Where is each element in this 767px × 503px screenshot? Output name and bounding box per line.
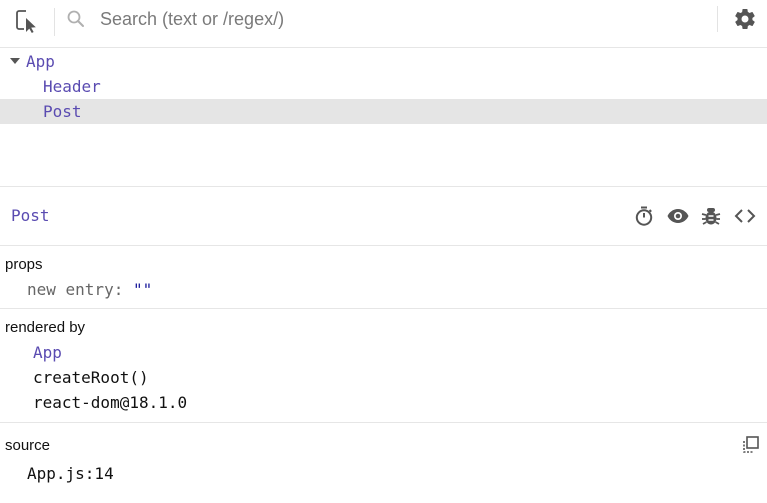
source-location: App.js:14	[27, 464, 114, 483]
owner-app-link[interactable]: App	[33, 342, 62, 364]
tree-item-label: Post	[43, 102, 82, 121]
tree-item-label: App	[26, 52, 55, 71]
props-new-entry[interactable]: new entry: ""	[27, 279, 152, 301]
bug-icon[interactable]	[699, 204, 723, 228]
toolbar-separator	[717, 6, 718, 32]
section-divider	[0, 245, 767, 246]
search-icon	[66, 9, 86, 29]
owner-create-root: createRoot()	[33, 368, 149, 387]
gear-icon[interactable]	[733, 7, 757, 31]
section-divider	[0, 422, 767, 423]
eye-icon[interactable]	[666, 204, 690, 228]
selected-component-name: Post	[11, 206, 50, 225]
stopwatch-icon[interactable]	[632, 204, 656, 228]
code-brackets-icon[interactable]	[733, 204, 757, 228]
tree-row-post[interactable]: Post	[0, 99, 767, 124]
props-title: props	[5, 256, 43, 273]
tree-row-app[interactable]: App	[0, 49, 767, 74]
pane-divider	[0, 186, 767, 187]
new-entry-key[interactable]: new entry	[27, 280, 114, 299]
new-entry-value[interactable]: ""	[133, 280, 152, 299]
section-divider	[0, 308, 767, 309]
tree-item-label: Header	[43, 77, 101, 96]
search-input[interactable]	[100, 6, 700, 32]
prop-colon: :	[113, 280, 124, 299]
source-title: source	[5, 437, 51, 454]
toolbar-separator	[54, 8, 55, 36]
owner-react-dom: react-dom@18.1.0	[33, 393, 188, 412]
rendered-by-title: rendered by	[5, 319, 86, 336]
inspect-element-icon[interactable]	[14, 8, 40, 34]
expand-triangle-icon[interactable]	[10, 58, 20, 64]
toolbar	[0, 0, 767, 48]
copy-icon[interactable]	[739, 434, 761, 456]
tree-row-header[interactable]: Header	[0, 74, 767, 99]
